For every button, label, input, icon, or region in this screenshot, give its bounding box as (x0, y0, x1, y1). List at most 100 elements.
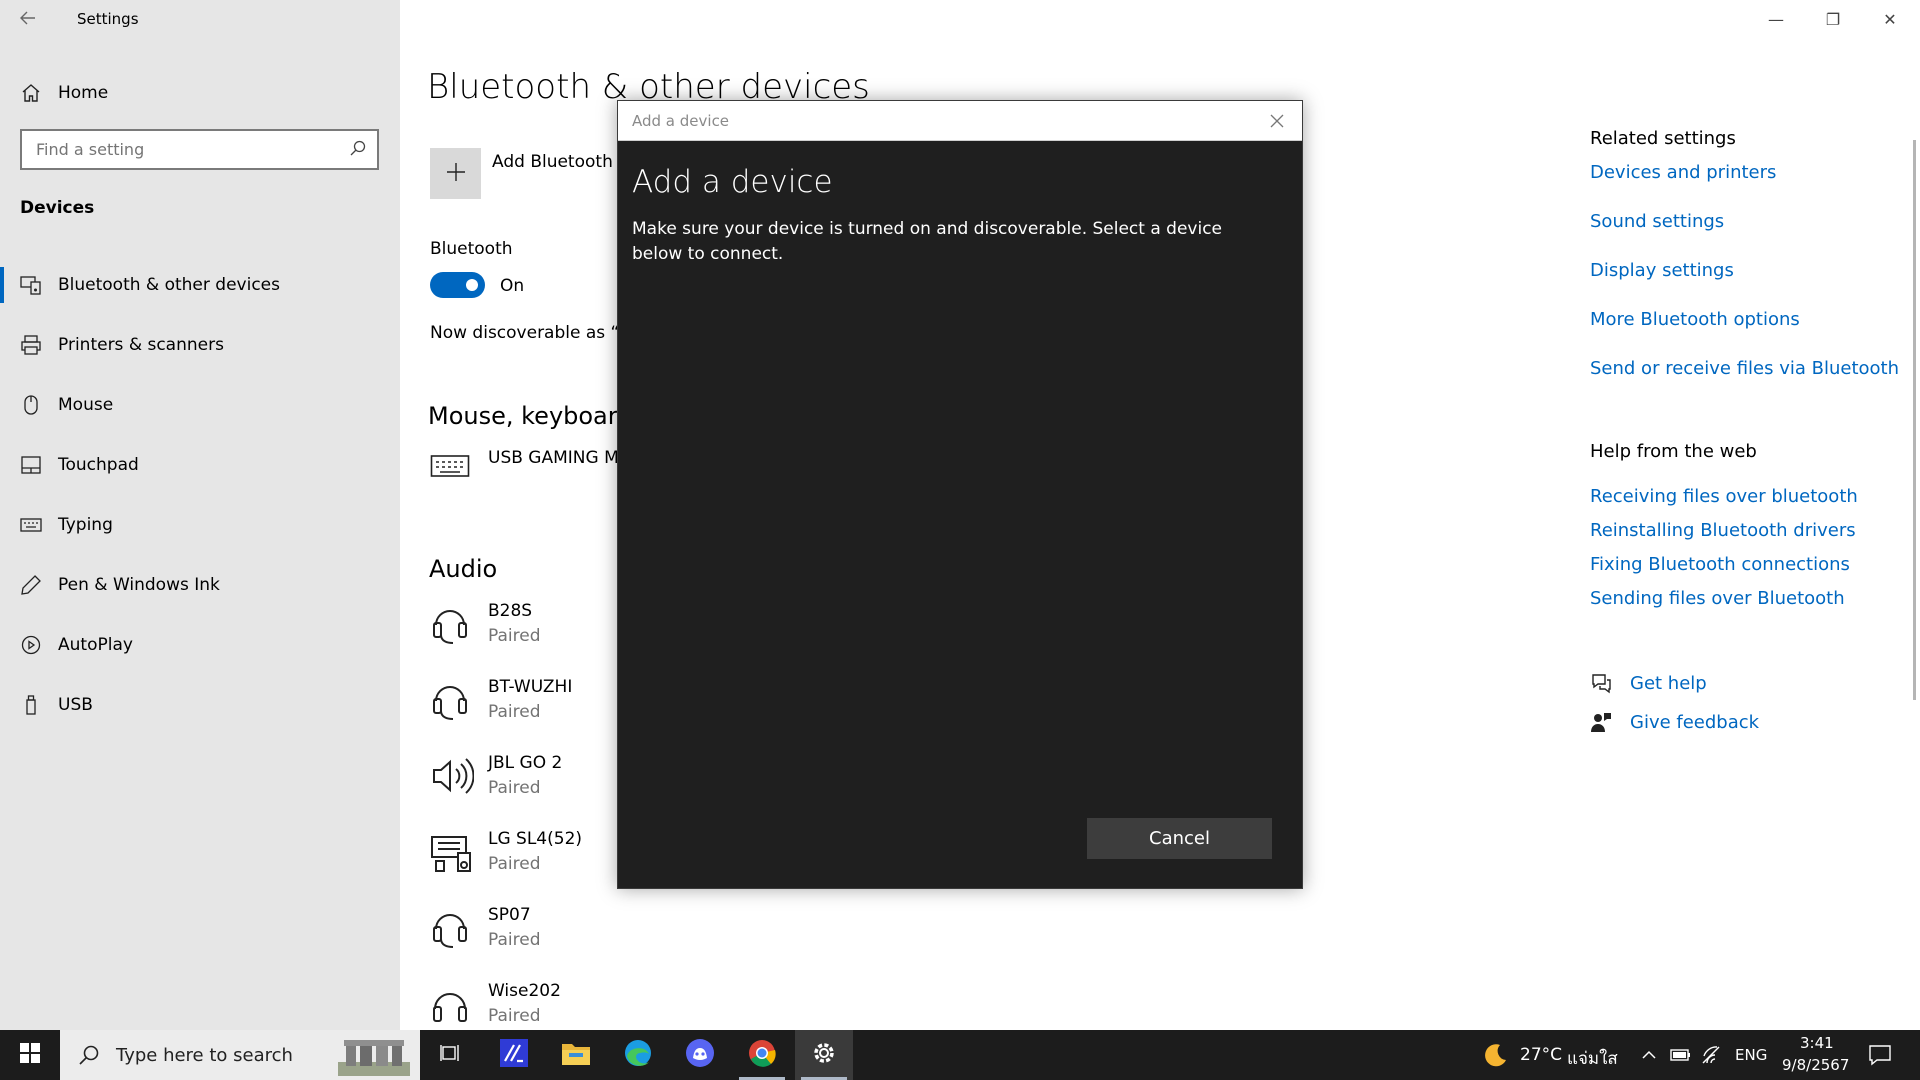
sidebar-item-bluetooth[interactable]: Bluetooth & other devices (0, 255, 400, 315)
clock-date[interactable]: 9/8/2567 (1782, 1056, 1849, 1074)
link-fixing-connections[interactable]: Fixing Bluetooth connections (1590, 554, 1850, 575)
settings-taskbar-button[interactable] (795, 1030, 853, 1080)
section-audio: Audio (429, 555, 498, 583)
add-device-dialog: Add a device Add a device Make sure your… (617, 100, 1303, 889)
device-status: Paired (488, 930, 541, 950)
related-settings-heading: Related settings (1590, 128, 1736, 149)
device-name: Wise202 (488, 981, 561, 1001)
battery-icon[interactable] (1670, 1046, 1692, 1068)
sidebar-item-label: AutoPlay (58, 635, 133, 655)
minimize-button[interactable]: — (1756, 6, 1796, 34)
toggle-knob (466, 279, 478, 291)
link-sending-files[interactable]: Sending files over Bluetooth (1590, 588, 1845, 609)
find-setting-box[interactable] (20, 129, 379, 170)
search-icon[interactable] (349, 139, 367, 157)
close-button[interactable]: ✕ (1870, 6, 1910, 34)
notification-center-icon[interactable] (1868, 1044, 1892, 1070)
sidebar-item-mouse[interactable]: Mouse (0, 375, 400, 435)
language-indicator[interactable]: ENG (1735, 1046, 1767, 1064)
section-title: Devices (20, 198, 95, 218)
chrome-icon (747, 1038, 777, 1072)
weather-description[interactable]: แจ่มใส (1567, 1045, 1618, 1072)
sidebar-home[interactable]: Home (20, 78, 108, 108)
sidebar-item-autoplay[interactable]: AutoPlay (0, 615, 400, 675)
chrome-button[interactable] (733, 1030, 791, 1080)
device-status: Paired (488, 1006, 541, 1026)
bluetooth-toggle[interactable] (430, 272, 485, 298)
chevron-up-icon[interactable] (1640, 1046, 1658, 1068)
get-help-link[interactable]: Get help (1630, 673, 1707, 694)
device-name: SP07 (488, 905, 531, 925)
discord-icon (685, 1038, 715, 1072)
home-label: Home (58, 83, 109, 103)
sidebar-item-label: Touchpad (58, 455, 139, 475)
discord-button[interactable] (671, 1030, 729, 1080)
link-receiving-files[interactable]: Receiving files over bluetooth (1590, 486, 1858, 507)
get-help-icon (1590, 672, 1612, 694)
taskbar-app-button[interactable] (485, 1030, 543, 1080)
keyboard-icon (20, 514, 42, 536)
dialog-description: Make sure your device is turned on and d… (632, 219, 1223, 264)
weather-temperature[interactable]: 27°C (1520, 1045, 1562, 1065)
taskbar-search[interactable]: Type here to search (60, 1030, 420, 1080)
audio-device-sp07[interactable]: SP07 Paired (430, 905, 830, 975)
edge-button[interactable] (609, 1030, 667, 1080)
dialog-titlebar: Add a device (618, 101, 1302, 141)
give-feedback-link[interactable]: Give feedback (1630, 712, 1759, 733)
device-name: JBL GO 2 (488, 753, 563, 773)
device-status: Paired (488, 626, 541, 646)
restore-button[interactable]: ❐ (1813, 6, 1853, 34)
clock-time[interactable]: 3:41 (1800, 1034, 1834, 1052)
task-view-button[interactable] (422, 1030, 480, 1080)
link-sound-settings[interactable]: Sound settings (1590, 211, 1724, 232)
device-status: Paired (488, 702, 541, 722)
sidebar-item-pen[interactable]: Pen & Windows Ink (0, 555, 400, 615)
sidebar: Settings Home Devices Bluetooth & other … (0, 0, 400, 1030)
weather-moon-icon[interactable] (1482, 1042, 1508, 1072)
task-view-icon (440, 1042, 462, 1068)
app-icon (499, 1038, 529, 1072)
sidebar-item-label: Printers & scanners (58, 335, 224, 355)
headset-icon (430, 601, 476, 649)
file-explorer-button[interactable] (547, 1030, 605, 1080)
find-setting-input[interactable] (22, 131, 322, 168)
dialog-window-title: Add a device (632, 112, 730, 130)
link-reinstalling-drivers[interactable]: Reinstalling Bluetooth drivers (1590, 520, 1856, 541)
keyboard-icon (430, 452, 472, 482)
sidebar-item-label: Bluetooth & other devices (58, 275, 280, 295)
sidebar-item-touchpad[interactable]: Touchpad (0, 435, 400, 495)
start-button[interactable] (0, 1030, 60, 1080)
add-device-button[interactable] (430, 148, 481, 199)
section-mouse-keyboard: Mouse, keyboard (428, 402, 633, 430)
plus-icon (445, 161, 467, 187)
link-devices-and-printers[interactable]: Devices and printers (1590, 162, 1776, 183)
device-status: Paired (488, 778, 541, 798)
back-arrow-icon[interactable] (18, 8, 40, 30)
add-device-label[interactable]: Add Bluetooth c (492, 152, 628, 172)
headset-icon (430, 677, 476, 725)
device-name: BT-WUZHI (488, 677, 573, 697)
search-icon (78, 1044, 100, 1066)
wifi-icon[interactable] (1701, 1045, 1723, 1069)
device-name: LG SL4(52) (488, 829, 583, 849)
headset-icon (430, 905, 476, 953)
scrollbar[interactable] (1913, 140, 1916, 700)
sidebar-item-label: Typing (58, 515, 113, 535)
sidebar-item-typing[interactable]: Typing (0, 495, 400, 555)
window-title: Settings (77, 10, 139, 28)
dialog-close-button[interactable] (1262, 106, 1292, 136)
sidebar-item-label: USB (58, 695, 93, 715)
cancel-button[interactable]: Cancel (1087, 818, 1272, 859)
sidebar-item-usb[interactable]: USB (0, 675, 400, 735)
link-display-settings[interactable]: Display settings (1590, 260, 1734, 281)
printer-icon (20, 334, 42, 356)
device-status: Paired (488, 854, 541, 874)
file-explorer-icon (561, 1040, 591, 1070)
usb-icon (20, 694, 42, 716)
sidebar-item-printers[interactable]: Printers & scanners (0, 315, 400, 375)
link-more-bluetooth-options[interactable]: More Bluetooth options (1590, 309, 1800, 330)
link-send-receive-files[interactable]: Send or receive files via Bluetooth (1590, 358, 1899, 379)
keyboard-device-name[interactable]: USB GAMING MC (488, 448, 631, 468)
discoverable-text: Now discoverable as “LA (430, 323, 641, 343)
home-icon (20, 82, 42, 104)
